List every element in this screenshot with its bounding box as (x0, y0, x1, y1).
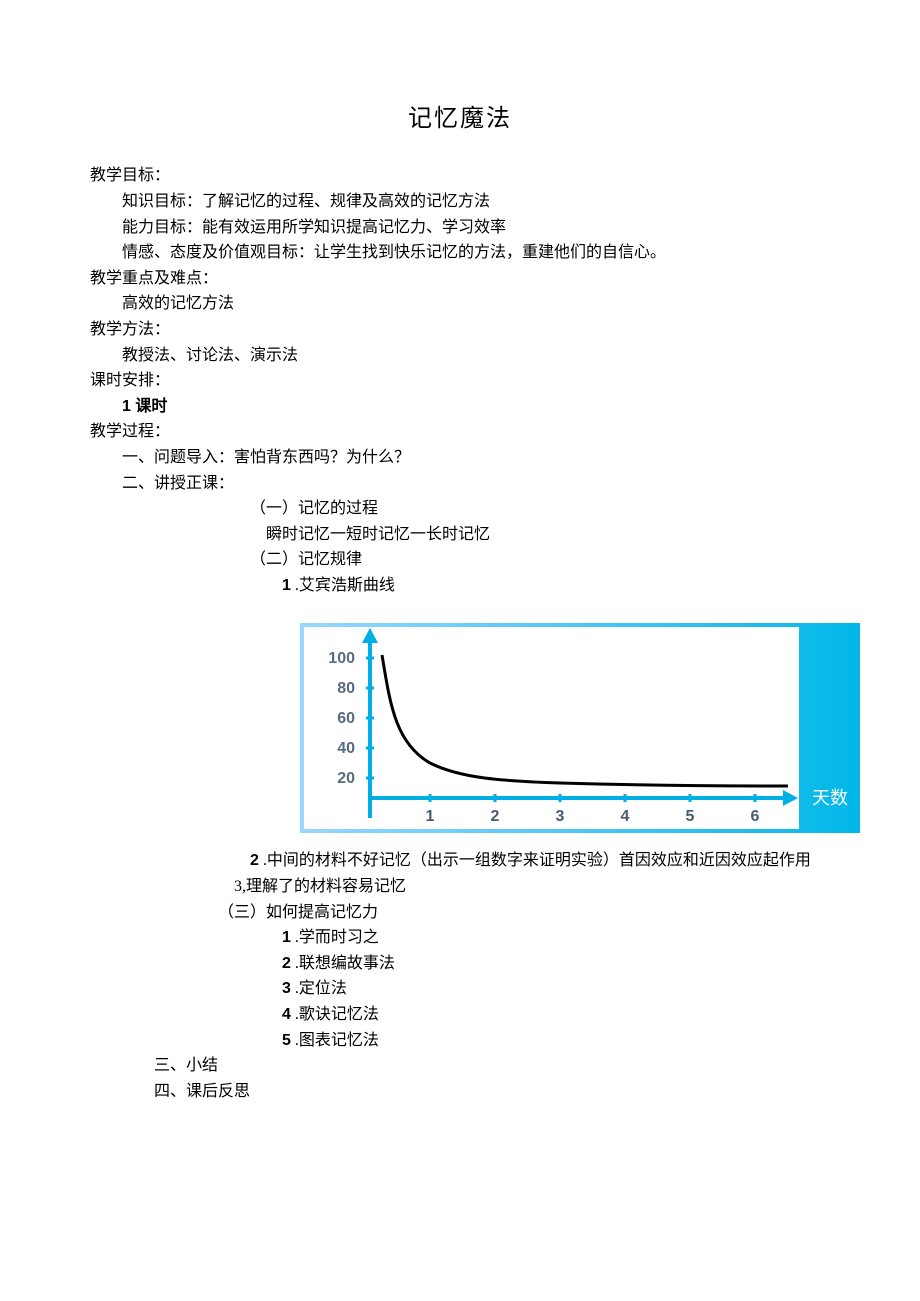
section-1: 一、问题导入：害怕背东西吗？为什么？ (90, 445, 830, 471)
goals-header: 教学目标： (90, 163, 830, 189)
xtick-5: 5 (686, 808, 695, 825)
focus-header: 教学重点及难点： (90, 266, 830, 292)
xtick-1: 1 (426, 808, 435, 825)
section-2-2: （二）记忆规律 (90, 547, 830, 573)
method-item-5: 5 .图表记忆法 (90, 1028, 830, 1054)
schedule-text: 1 课时 (90, 394, 830, 420)
item-text: .中间的材料不好记忆（出示一组数字来证明实验）首因效应和近因效应起作用 (259, 852, 811, 869)
section-2-3: （三）如何提高记忆力 (90, 900, 830, 926)
xtick-2: 2 (491, 808, 500, 825)
item-num: 2 (250, 852, 259, 869)
section-4: 四、课后反思 (90, 1079, 830, 1105)
xtick-3: 3 (556, 808, 565, 825)
process-header: 教学过程： (90, 419, 830, 445)
item-text: .艾宾浩斯曲线 (291, 577, 395, 594)
method-item-2: 2 .联想编故事法 (90, 951, 830, 977)
section-2-2-item-3: 3,理解了的材料容易记忆 (90, 874, 830, 900)
x-axis-label: 天数 (812, 789, 848, 809)
item-text: .歌诀记忆法 (291, 1006, 379, 1023)
ytick-20: 20 (337, 770, 355, 787)
xtick-4: 4 (621, 808, 630, 825)
item-num: 1 (282, 929, 291, 946)
item-num: 5 (282, 1032, 291, 1049)
item-num: 2 (282, 955, 291, 972)
item-num: 1 (282, 577, 291, 594)
item-text: .图表记忆法 (291, 1032, 379, 1049)
method-item-3: 3 .定位法 (90, 976, 830, 1002)
item-text: .学而时习之 (291, 929, 379, 946)
method-item-1: 1 .学而时习之 (90, 925, 830, 951)
ytick-40: 40 (337, 740, 355, 757)
method-item-4: 4 .歌诀记忆法 (90, 1002, 830, 1028)
item-text: .定位法 (291, 980, 347, 997)
ytick-60: 60 (337, 710, 355, 727)
schedule-header: 课时安排： (90, 368, 830, 394)
schedule-num: 1 课时 (122, 398, 167, 415)
goal-emotion: 情感、态度及价值观目标：让学生找到快乐记忆的方法，重建他们的自信心。 (90, 240, 830, 266)
ytick-80: 80 (337, 680, 355, 697)
section-2-1-text: 瞬时记忆一短时记忆一长时记忆 (90, 522, 830, 548)
curve-chart-svg: 100 80 60 40 20 (300, 623, 860, 833)
method-text: 教授法、讨论法、演示法 (90, 343, 830, 369)
ytick-100: 100 (328, 650, 355, 667)
ebbinghaus-chart: 100 80 60 40 20 (300, 623, 830, 833)
xtick-6: 6 (751, 808, 760, 825)
goal-knowledge: 知识目标：了解记忆的过程、规律及高效的记忆方法 (90, 189, 830, 215)
method-header: 教学方法： (90, 317, 830, 343)
goal-ability: 能力目标：能有效运用所学知识提高记忆力、学习效率 (90, 215, 830, 241)
item-text: .联想编故事法 (291, 955, 395, 972)
focus-text: 高效的记忆方法 (90, 291, 830, 317)
section-2-1: （一）记忆的过程 (90, 496, 830, 522)
item-num: 3 (282, 980, 291, 997)
section-2-2-item-2: 2 .中间的材料不好记忆（出示一组数字来证明实验）首因效应和近因效应起作用 (90, 848, 830, 874)
document-page: 记忆魔法 教学目标： 知识目标：了解记忆的过程、规律及高效的记忆方法 能力目标：… (0, 0, 920, 1164)
item-num: 4 (282, 1006, 291, 1023)
page-title: 记忆魔法 (90, 100, 830, 138)
section-2: 二、讲授正课： (90, 471, 830, 497)
section-3: 三、小结 (90, 1053, 830, 1079)
section-2-2-item-1: 1 .艾宾浩斯曲线 (90, 573, 830, 599)
